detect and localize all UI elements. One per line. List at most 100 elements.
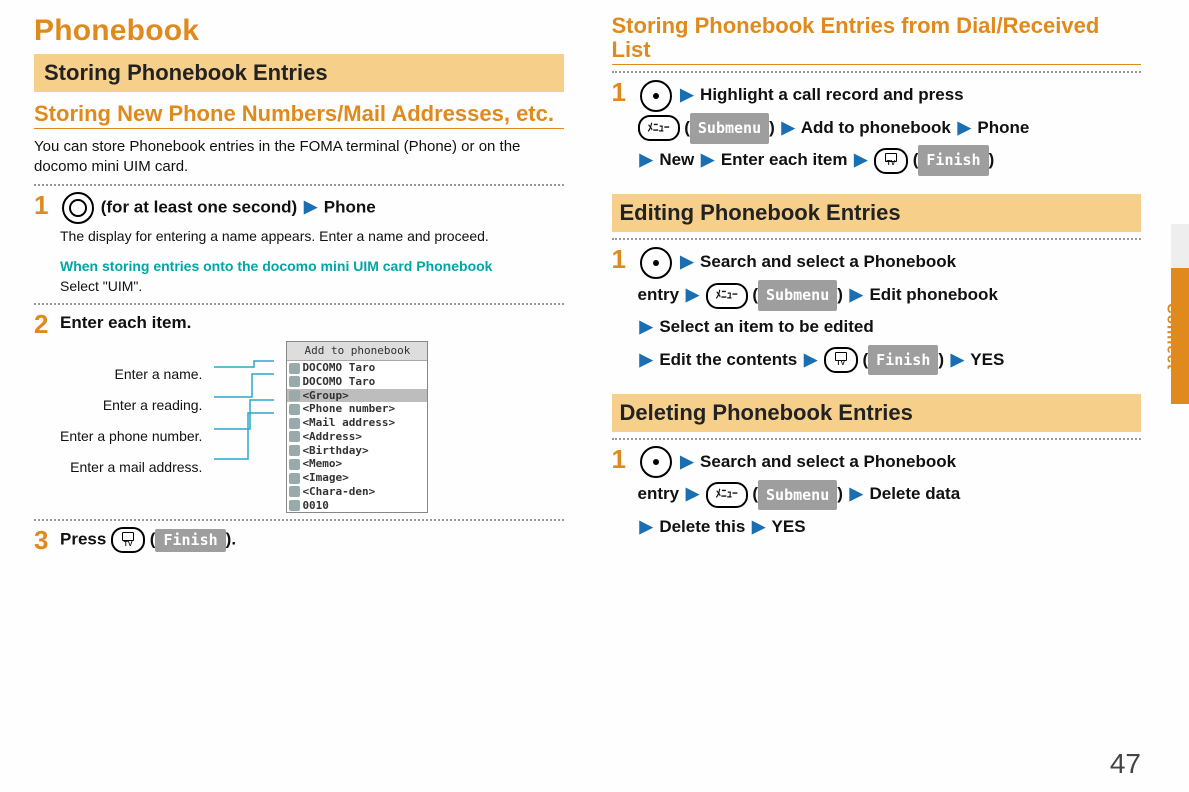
step-3: 3 Press (Finish). [34, 527, 564, 553]
section-c-step: 1 ▶ Search and select a Phonebook entry … [612, 446, 1142, 543]
divider [612, 238, 1142, 240]
arrow-icon: ▶ [848, 484, 865, 503]
step2-title: Enter each item. [60, 313, 191, 332]
step1-target: Phone [324, 197, 376, 216]
section-c-l3a: Delete this [659, 517, 745, 536]
multi-selector-icon [640, 80, 672, 112]
arrow-icon: ▶ [638, 350, 655, 369]
menu-key-icon: ﾒﾆｭｰ [638, 115, 680, 141]
arrow-icon: ▶ [638, 150, 655, 169]
divider [34, 519, 564, 521]
arrow-icon: ▶ [302, 197, 319, 216]
arrow-icon: ▶ [802, 350, 819, 369]
section-b-yes: YES [970, 350, 1004, 369]
arrow-icon: ▶ [638, 517, 655, 536]
step-number: 3 [34, 527, 50, 553]
arrow-icon: ▶ [949, 350, 966, 369]
field-birthday: <Birthday> [302, 444, 368, 458]
step3-prefix: Press [60, 530, 111, 549]
field-icon [289, 404, 300, 415]
field-icon [289, 363, 300, 374]
subsection-title: Storing New Phone Numbers/Mail Addresses… [34, 102, 564, 129]
callout-reading: Enter a reading. [60, 390, 202, 421]
section-a-enter: Enter each item [721, 150, 848, 169]
right-column: Storing Phonebook Entries from Dial/Rece… [612, 14, 1142, 792]
section-a-phone: Phone [977, 118, 1029, 137]
section-c-l2a: entry [638, 484, 680, 503]
section-a-title: Storing Phonebook Entries from Dial/Rece… [612, 14, 1142, 65]
arrow-icon: ▶ [848, 285, 865, 304]
section-b-l1: Search and select a Phonebook [700, 252, 956, 271]
step1-action: (for at least one second) [101, 197, 297, 216]
section-a-line1: Highlight a call record and press [700, 85, 964, 104]
section-c-yes: YES [772, 517, 806, 536]
side-tab-label: Connect [1163, 268, 1181, 404]
submenu-softkey: Submenu [758, 480, 837, 511]
arrow-icon: ▶ [678, 252, 695, 271]
uim-note-title: When storing entries onto the docomo min… [60, 258, 492, 274]
field-icon [289, 418, 300, 429]
arrow-icon: ▶ [678, 452, 695, 471]
section-heading-deleting: Deleting Phonebook Entries [612, 394, 1142, 432]
submenu-softkey: Submenu [758, 280, 837, 311]
section-b-step: 1 ▶ Search and select a Phonebook entry … [612, 246, 1142, 375]
section-b-l3: Select an item to be edited [659, 317, 873, 336]
multi-selector-icon [640, 446, 672, 478]
finish-softkey: Finish [868, 345, 938, 376]
camera-key-icon [824, 347, 858, 373]
finish-softkey: Finish [918, 145, 988, 176]
field-icon [289, 445, 300, 456]
field-group: <Group> [302, 389, 348, 403]
arrow-icon: ▶ [678, 85, 695, 104]
field-icon [289, 473, 300, 484]
multi-selector-icon [62, 192, 94, 224]
callout-mail: Enter a mail address. [60, 452, 202, 483]
field-icon [289, 431, 300, 442]
step-number: 1 [612, 446, 628, 472]
menu-key-icon: ﾒﾆｭｰ [706, 283, 748, 309]
callouts: Enter a name. Enter a reading. Enter a p… [60, 341, 202, 482]
side-tab-cap [1171, 224, 1189, 268]
field-icon [289, 390, 300, 401]
arrow-icon: ▶ [750, 517, 767, 536]
step-number: 1 [34, 192, 50, 218]
step-number: 2 [34, 311, 50, 337]
callout-name: Enter a name. [60, 359, 202, 390]
divider [612, 438, 1142, 440]
menu-key-icon: ﾒﾆｭｰ [706, 482, 748, 508]
field-chara: <Chara-den> [302, 485, 375, 499]
field-memo: <Memo> [302, 457, 342, 471]
section-heading-storing: Storing Phonebook Entries [34, 54, 564, 92]
field-icon [289, 376, 300, 387]
field-phone: <Phone number> [302, 402, 395, 416]
arrow-icon: ▶ [699, 150, 716, 169]
divider [612, 71, 1142, 73]
step3-suffix: . [231, 530, 236, 549]
section-b-l2a: entry [638, 285, 680, 304]
section-b-l4: Edit the contents [659, 350, 797, 369]
side-tab: Connect [1161, 268, 1189, 404]
section-c-l1: Search and select a Phonebook [700, 452, 956, 471]
callout-phone: Enter a phone number. [60, 421, 202, 452]
field-id: 0010 [302, 499, 329, 513]
camera-key-icon [111, 527, 145, 553]
screen-title: Add to phonebook [287, 342, 427, 361]
field-image: <Image> [302, 471, 348, 485]
field-icon [289, 459, 300, 470]
section-a-step: 1 ▶ Highlight a call record and press ﾒﾆ… [612, 79, 1142, 176]
camera-key-icon [874, 148, 908, 174]
arrow-icon: ▶ [956, 118, 973, 137]
field-icon [289, 486, 300, 497]
arrow-icon: ▶ [684, 484, 701, 503]
step-2: 2 Enter each item. Enter a name. Enter a… [34, 311, 564, 514]
step1-note: The display for entering a name appears.… [60, 226, 564, 246]
section-heading-editing: Editing Phonebook Entries [612, 194, 1142, 232]
finish-softkey: Finish [155, 529, 225, 553]
divider [34, 184, 564, 186]
step-1: 1 (for at least one second) ▶ Phone The … [34, 192, 564, 297]
field-reading: DOCOMO Taro [302, 375, 375, 389]
section-a-add: Add to phonebook [801, 118, 951, 137]
page-number: 47 [1110, 748, 1141, 780]
arrow-icon: ▶ [684, 285, 701, 304]
section-c-l2b: Delete data [869, 484, 960, 503]
